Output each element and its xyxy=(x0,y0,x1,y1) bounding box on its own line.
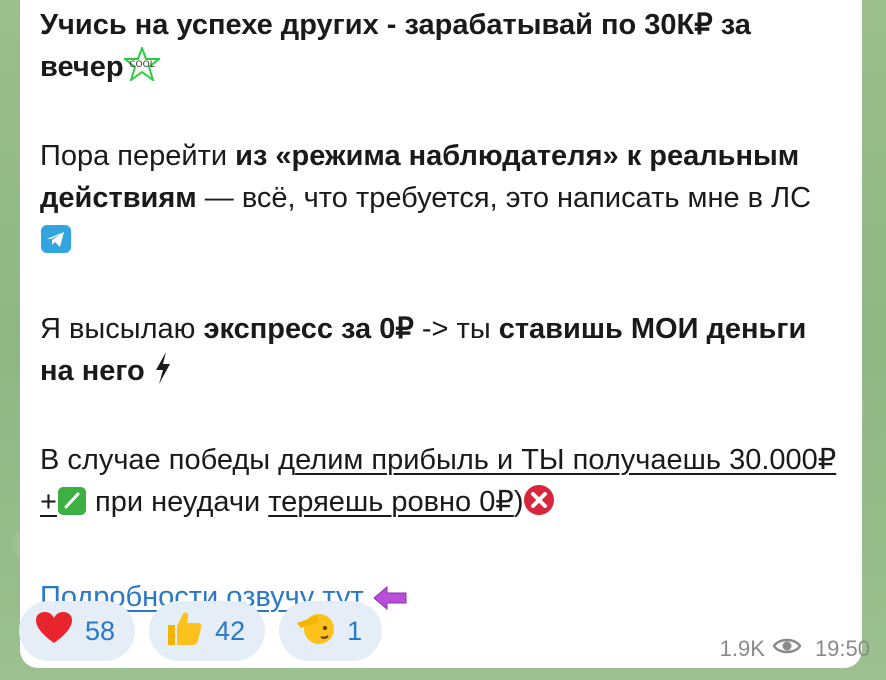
svg-text:COOL: COOL xyxy=(129,60,154,70)
telegram-icon xyxy=(40,224,72,266)
p4-text-e: ) xyxy=(513,486,524,518)
views-count: 1.9K xyxy=(719,636,765,661)
p4-text-underlined-2: теряешь ровно 0₽ xyxy=(268,486,514,518)
message-title: Учись на успехе других - зарабатывай по … xyxy=(40,4,842,93)
eye-icon xyxy=(772,636,802,662)
paragraph-profit: В случае победы делим прибыль и ТЫ получ… xyxy=(40,439,842,528)
paragraph-contact: Пора перейти из «режима наблюдателя» к р… xyxy=(40,135,842,266)
reaction-heart[interactable]: 58 xyxy=(19,601,136,661)
lightning-icon xyxy=(153,351,173,397)
reaction-thumbs-up[interactable]: 42 xyxy=(149,601,266,661)
cross-mark-icon xyxy=(523,484,555,528)
message-bubble: Учись на успехе других - зарабатывай по … xyxy=(20,0,862,668)
heart-icon xyxy=(35,611,73,652)
p3-text-bold-1: экспресс за 0₽ xyxy=(203,313,414,345)
reaction-count: 1 xyxy=(347,615,363,646)
message-text: Учись на успехе других - зарабатывай по … xyxy=(40,4,842,623)
p3-text-a: Я высылаю xyxy=(40,313,204,345)
p4-text-c: при неудачи xyxy=(86,486,269,518)
saluting-face-icon xyxy=(295,610,335,653)
reactions-bar: 58 42 1 xyxy=(19,601,383,661)
cool-star-icon: COOL xyxy=(121,45,162,93)
reaction-count: 42 xyxy=(215,615,246,646)
timestamp: 19:50 xyxy=(814,636,870,661)
p2-text-c: — всё, что требуется, это написать мне в… xyxy=(196,182,812,214)
reaction-salute[interactable]: 1 xyxy=(279,601,383,661)
check-mark-icon xyxy=(57,486,87,528)
paragraph-express: Я высылаю экспресс за 0₽ -> ты ставишь М… xyxy=(40,308,842,397)
thumbs-up-icon xyxy=(165,610,203,653)
message-meta: 1.9K 19:50 xyxy=(720,636,870,662)
p2-text-a: Пора перейти xyxy=(40,140,236,172)
p3-text-c: -> ты xyxy=(413,313,499,345)
p4-text-a: В случае победы д xyxy=(40,444,296,476)
reaction-count: 58 xyxy=(85,615,116,646)
